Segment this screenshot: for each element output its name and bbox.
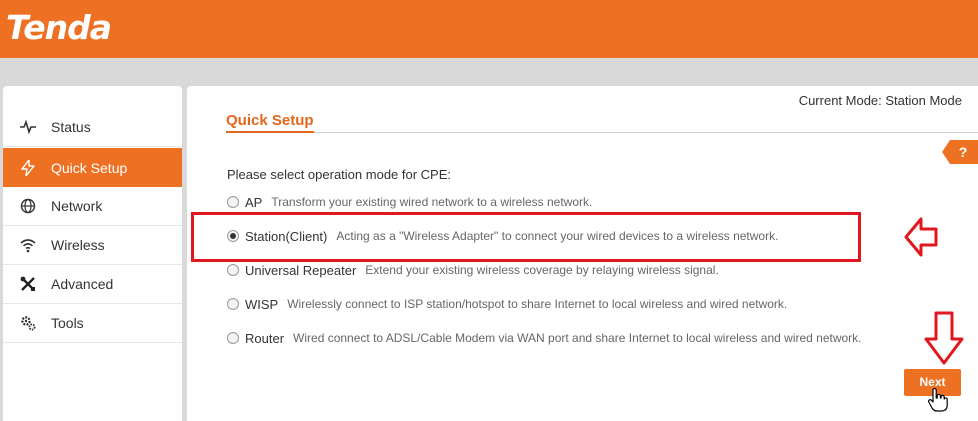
option-router[interactable]: Router Wired connect to ADSL/Cable Modem… — [227, 328, 862, 348]
sidebar-item-advanced[interactable]: Advanced — [3, 265, 182, 304]
tenda-logo: Tenda — [6, 8, 112, 47]
option-ap[interactable]: AP Transform your existing wired network… — [227, 192, 592, 212]
sidebar-item-label: Quick Setup — [51, 159, 128, 176]
wifi-icon — [20, 237, 36, 253]
option-label: AP — [245, 194, 263, 210]
title-divider: Quick Setup — [226, 112, 978, 133]
radio-button[interactable] — [227, 332, 239, 344]
option-description: Transform your existing wired network to… — [271, 195, 593, 209]
hand-cursor-icon — [928, 388, 948, 412]
option-universal-repeater[interactable]: Universal Repeater Extend your existing … — [227, 260, 719, 280]
sidebar-item-label: Status — [51, 119, 91, 135]
mode-prompt: Please select operation mode for CPE: — [227, 167, 452, 182]
sidebar-item-label: Tools — [51, 315, 84, 331]
sidebar-item-label: Network — [51, 198, 103, 214]
gears-icon — [20, 315, 36, 331]
down-arrow-icon — [924, 311, 964, 365]
option-description: Extend your existing wireless coverage b… — [365, 263, 719, 277]
left-arrow-icon — [904, 217, 938, 257]
option-description: Wired connect to ADSL/Cable Modem via WA… — [293, 331, 862, 345]
globe-icon — [20, 198, 36, 214]
sidebar-item-status[interactable]: Status — [3, 108, 182, 147]
radio-button[interactable] — [227, 196, 239, 208]
option-label: Universal Repeater — [245, 262, 357, 278]
help-button[interactable]: ? — [942, 140, 978, 164]
option-description: Wirelessly connect to ISP station/hotspo… — [287, 297, 788, 311]
sidebar-item-quick-setup[interactable]: Quick Setup — [3, 148, 182, 187]
header-bar: Tenda — [0, 0, 978, 58]
radio-button[interactable] — [227, 264, 239, 276]
highlight-box — [191, 212, 861, 262]
sidebar-item-label: Wireless — [51, 237, 105, 253]
page-title: Quick Setup — [226, 112, 314, 133]
radio-button[interactable] — [227, 298, 239, 310]
pulse-icon — [20, 119, 36, 135]
sidebar-item-label: Advanced — [51, 276, 114, 292]
tools-icon — [20, 276, 36, 292]
option-label: Router — [245, 330, 285, 346]
sidebar: Status Quick Setup Network Wireless Adva… — [3, 86, 182, 421]
sidebar-item-wireless[interactable]: Wireless — [3, 226, 182, 265]
current-mode-text: Current Mode: Station Mode — [798, 93, 962, 108]
lightning-icon — [20, 159, 36, 176]
option-wisp[interactable]: WISP Wirelessly connect to ISP station/h… — [227, 294, 787, 314]
sidebar-item-tools[interactable]: Tools — [3, 304, 182, 343]
sidebar-item-network[interactable]: Network — [3, 187, 182, 226]
option-label: WISP — [245, 296, 279, 312]
